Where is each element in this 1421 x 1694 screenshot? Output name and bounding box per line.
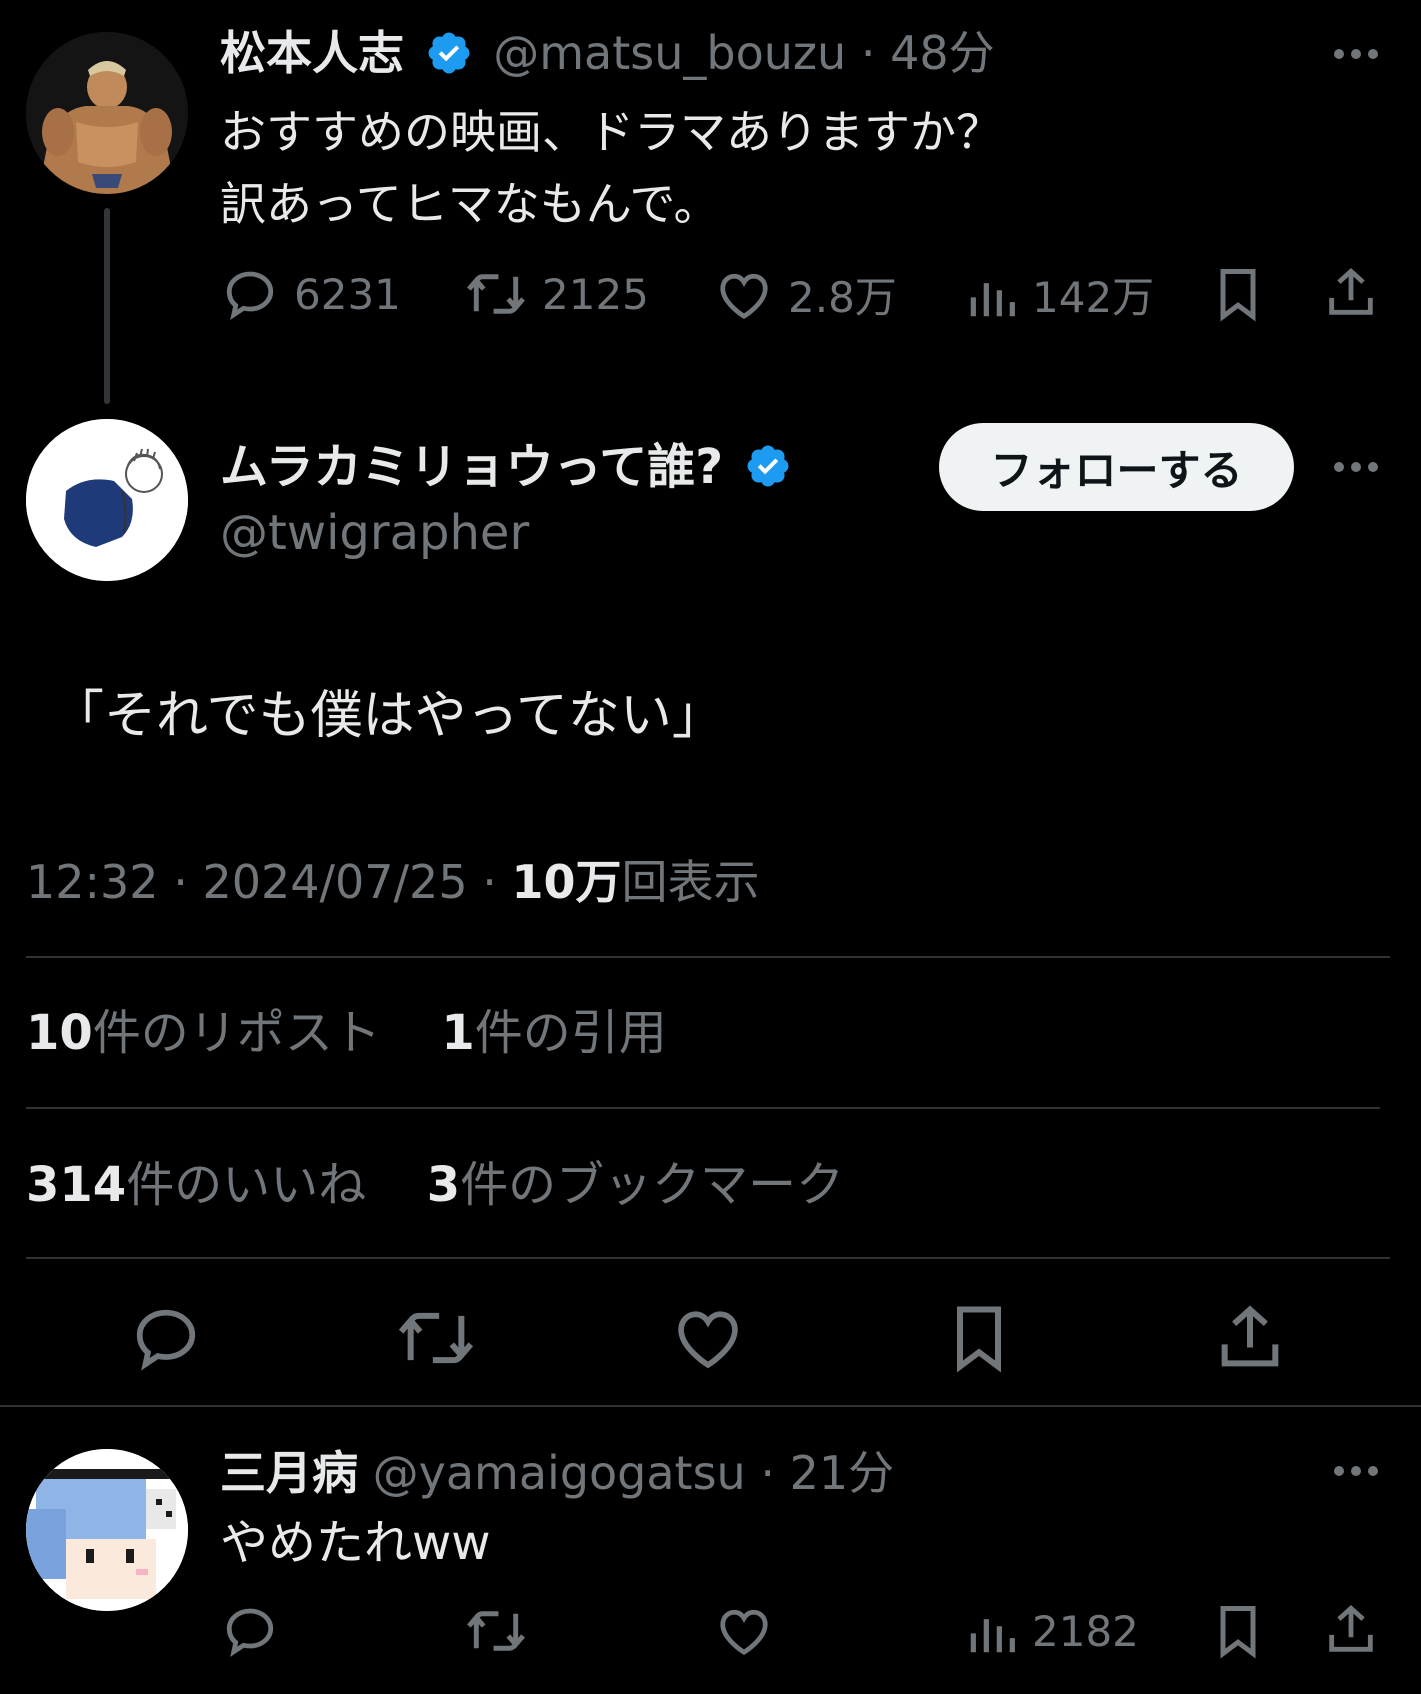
author-handle[interactable]: @twigrapher bbox=[220, 503, 529, 563]
avatar-illustration-image bbox=[26, 419, 188, 581]
thread-connector-line bbox=[104, 208, 110, 404]
reply-tweet-text: やめたれww bbox=[220, 1515, 491, 1571]
tweet-date[interactable]: 2024/07/25 bbox=[202, 855, 467, 909]
share-icon bbox=[1329, 1604, 1373, 1652]
like-button[interactable]: 2.8万 bbox=[714, 264, 897, 325]
author-name[interactable]: 松本人志 bbox=[220, 26, 404, 80]
bookmark-button[interactable] bbox=[1210, 264, 1266, 328]
author-name[interactable]: ムラカミリョウって誰? bbox=[220, 439, 723, 495]
share-icon bbox=[1329, 267, 1373, 315]
author-name[interactable]: 三月病 bbox=[220, 1446, 358, 1500]
heart-icon bbox=[720, 273, 768, 319]
share-button[interactable] bbox=[1322, 1599, 1380, 1665]
quotes-stat[interactable]: 1件の引用 bbox=[441, 1005, 666, 1061]
tweet-text-line: おすすめの映画、ドラマありますか？ bbox=[220, 105, 1002, 159]
quotes-count: 1 bbox=[441, 1005, 475, 1061]
repost-icon bbox=[467, 1611, 525, 1651]
likes-count: 314 bbox=[26, 1157, 127, 1213]
views-button[interactable]: 2182 bbox=[966, 1601, 1139, 1661]
views-count: 142万 bbox=[1032, 273, 1155, 322]
likes-label: 件のいいね bbox=[126, 1157, 367, 1213]
main-tweet-author: ムラカミリョウって誰? bbox=[220, 436, 792, 498]
tweet-text-line: 訳あってヒマなもんで。 bbox=[220, 177, 720, 231]
reply-tweet-header: 三月病 @yamaigogatsu · 21分 bbox=[220, 1442, 894, 1504]
like-button[interactable] bbox=[714, 1601, 774, 1665]
engagement-row-1: 10件のリポスト 1件の引用 bbox=[26, 1002, 667, 1064]
bookmarks-count: 3 bbox=[426, 1157, 461, 1213]
tweet-time[interactable]: 48分 bbox=[890, 26, 995, 80]
avatar-matsumoto[interactable] bbox=[26, 32, 188, 194]
bookmarks-stat[interactable]: 3件のブックマーク bbox=[427, 1157, 844, 1213]
repost-icon bbox=[398, 1312, 474, 1364]
reply-icon bbox=[226, 1608, 274, 1657]
share-icon bbox=[1221, 1305, 1279, 1367]
more-options-icon[interactable] bbox=[1334, 1466, 1378, 1476]
divider bbox=[0, 1405, 1421, 1407]
reply-button[interactable] bbox=[220, 1601, 280, 1665]
separator-dot: · bbox=[760, 1446, 775, 1500]
divider bbox=[26, 1257, 1390, 1259]
views-chart-icon bbox=[970, 1619, 1015, 1653]
repost-button[interactable]: 2125 bbox=[464, 264, 649, 324]
reposts-count: 10 bbox=[26, 1005, 93, 1061]
verified-badge-icon[interactable] bbox=[744, 442, 792, 490]
repost-count: 2125 bbox=[542, 269, 649, 319]
share-button[interactable] bbox=[1212, 1300, 1288, 1380]
bookmark-icon bbox=[1220, 269, 1256, 322]
repost-icon bbox=[467, 274, 525, 314]
tweet-time[interactable]: 12:32 bbox=[26, 855, 159, 909]
avatar-muscle-figure-image bbox=[26, 32, 188, 194]
verified-badge-icon[interactable] bbox=[425, 29, 473, 77]
quotes-label: 件の引用 bbox=[474, 1005, 667, 1061]
main-tweet-text: 「それでも僕はやってない」 bbox=[52, 686, 724, 746]
views-button[interactable]: 142万 bbox=[966, 264, 1154, 325]
more-options-icon[interactable] bbox=[1334, 462, 1378, 472]
parent-tweet-text: おすすめの映画、ドラマありますか？ 訳あってヒマなもんで。 bbox=[220, 96, 1002, 240]
share-button[interactable] bbox=[1322, 262, 1380, 328]
views-chart-icon bbox=[970, 282, 1015, 316]
author-handle[interactable]: @yamaigogatsu bbox=[373, 1446, 746, 1500]
reply-icon bbox=[226, 271, 274, 320]
divider bbox=[26, 956, 1390, 958]
separator-dot: · bbox=[173, 855, 188, 909]
tweet-timestamp-row: 12:32 · 2024/07/25 · 10万回表示 bbox=[26, 852, 759, 912]
views-count: 2182 bbox=[1032, 1606, 1139, 1656]
like-button[interactable] bbox=[670, 1300, 746, 1380]
divider bbox=[26, 1107, 1380, 1109]
follow-button[interactable]: フォローする bbox=[939, 423, 1294, 511]
more-options-icon[interactable] bbox=[1334, 49, 1378, 59]
bookmark-button[interactable] bbox=[1210, 1601, 1266, 1665]
likes-stat[interactable]: 314件のいいね bbox=[26, 1157, 366, 1213]
avatar-twigrapher[interactable] bbox=[26, 419, 188, 581]
repost-button[interactable] bbox=[394, 1300, 478, 1380]
views-count: 10万 bbox=[511, 855, 622, 909]
tweet-time[interactable]: 21分 bbox=[790, 1446, 895, 1500]
parent-tweet-header: 松本人志 @matsu_bouzu · 48分 bbox=[220, 22, 995, 85]
reposts-stat[interactable]: 10件のリポスト bbox=[26, 1005, 381, 1061]
author-handle[interactable]: @matsu_bouzu bbox=[493, 26, 846, 80]
heart-icon bbox=[720, 1609, 768, 1656]
avatar-pixel-art-image bbox=[26, 1449, 188, 1611]
separator-dot: · bbox=[482, 855, 497, 909]
bookmark-button[interactable] bbox=[944, 1300, 1014, 1380]
reply-button[interactable] bbox=[128, 1300, 204, 1380]
reposts-label: 件のリポスト bbox=[92, 1005, 381, 1061]
reply-icon bbox=[136, 1309, 196, 1371]
bookmark-icon bbox=[956, 1306, 1002, 1373]
bookmark-icon bbox=[1220, 1606, 1256, 1659]
reply-count: 6231 bbox=[294, 269, 401, 319]
reply-button[interactable]: 6231 bbox=[220, 264, 401, 324]
engagement-row-2: 314件のいいね 3件のブックマーク bbox=[26, 1154, 844, 1216]
avatar-yamaigogatsu[interactable] bbox=[26, 1449, 188, 1611]
bookmarks-label: 件のブックマーク bbox=[460, 1157, 845, 1213]
repost-button[interactable] bbox=[464, 1601, 528, 1665]
like-count: 2.8万 bbox=[788, 273, 897, 322]
views-label: 回表示 bbox=[621, 855, 760, 909]
heart-icon bbox=[678, 1311, 738, 1369]
separator-dot: · bbox=[860, 26, 876, 80]
